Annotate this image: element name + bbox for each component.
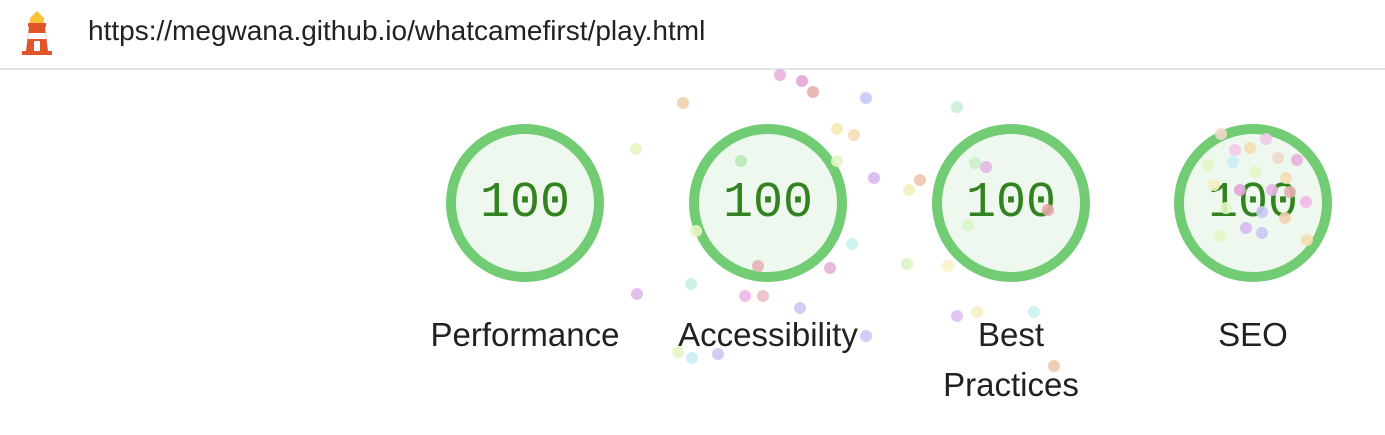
gauge-score: 100 bbox=[722, 175, 813, 232]
confetti-dot bbox=[630, 143, 642, 155]
confetti-dot bbox=[807, 86, 819, 98]
confetti-dot bbox=[860, 92, 872, 104]
confetti-dot bbox=[739, 290, 751, 302]
confetti-dot bbox=[868, 172, 880, 184]
confetti-dot bbox=[796, 75, 808, 87]
confetti-dot bbox=[677, 97, 689, 109]
gauge-label: Accessibility bbox=[678, 316, 858, 353]
report-header: https://megwana.github.io/whatcamefirst/… bbox=[0, 0, 1385, 70]
gauge-score: 100 bbox=[479, 175, 570, 232]
page-url[interactable]: https://megwana.github.io/whatcamefirst/… bbox=[88, 13, 705, 49]
gauge-label: SEO bbox=[1218, 316, 1288, 353]
gauge-score: 100 bbox=[965, 175, 1056, 232]
gauge-label: Performance bbox=[430, 316, 620, 353]
gauge-score: 100 bbox=[1207, 175, 1298, 232]
gauge-label: Best Practices bbox=[943, 316, 1079, 403]
confetti-dot bbox=[774, 69, 786, 81]
confetti-dot bbox=[631, 288, 643, 300]
gauge-seo[interactable]: 100 SEO bbox=[1153, 122, 1353, 353]
confetti-dot bbox=[951, 101, 963, 113]
gauge-accessibility[interactable]: 100 Accessibility bbox=[668, 122, 868, 353]
confetti-dot bbox=[757, 290, 769, 302]
gauge-best-practices[interactable]: 100 Best Practices bbox=[911, 122, 1111, 403]
lighthouse-icon bbox=[22, 11, 52, 55]
gauge-performance[interactable]: 100 Performance bbox=[425, 122, 625, 353]
